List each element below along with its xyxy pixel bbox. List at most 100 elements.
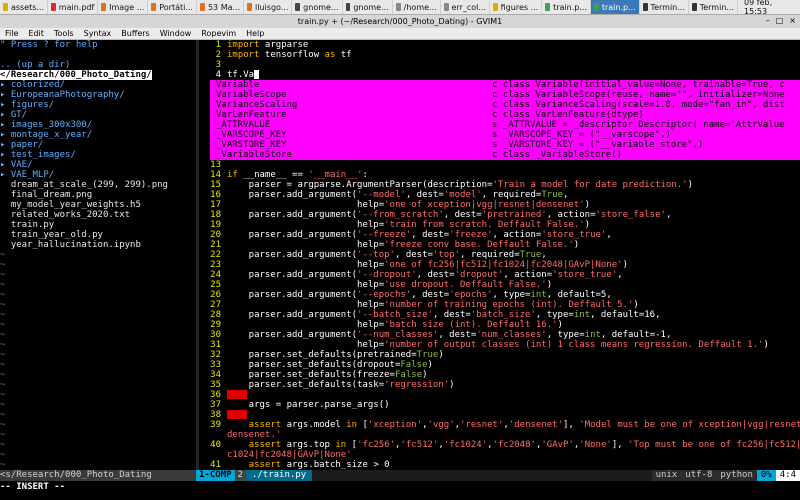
taskbar-item[interactable]: figures ...: [490, 0, 543, 14]
code-line[interactable]: densenet.': [199, 430, 800, 440]
code-line[interactable]: 21 help='freeze conv base. Deffault Fals…: [199, 240, 800, 250]
completion-item[interactable]: VarLenFeature c class VarLenFeature(dtype…: [210, 110, 800, 120]
taskbar-item[interactable]: Image ...: [98, 0, 149, 14]
completion-popup[interactable]: Variable c class Variable(initial_value=N…: [210, 80, 800, 160]
tree-root[interactable]: </Research/000_Photo_Dating/: [0, 70, 152, 80]
taskbar-item[interactable]: 53 Ma...: [197, 0, 245, 14]
taskbar-item-label: main.pdf: [58, 2, 95, 12]
tree-file-item[interactable]: train.py: [0, 220, 196, 230]
tree-dir-item[interactable]: ▸ EuropeanaPhotography/: [0, 90, 196, 100]
code-line[interactable]: 29 help='batch size (int). Deffault 16.'…: [199, 320, 800, 330]
code-line[interactable]: 36: [199, 390, 800, 400]
completion-name: VarLenFeature: [216, 110, 287, 120]
tree-dir-item[interactable]: ▸ paper/: [0, 140, 196, 150]
tree-dir-item[interactable]: ▸ VAE_MLP/: [0, 170, 196, 180]
close-button[interactable]: ×: [789, 16, 796, 25]
menu-window[interactable]: Window: [155, 29, 197, 38]
code-line[interactable]: 33 parser.set_defaults(dropout=False): [199, 360, 800, 370]
taskbar-item-label: Termin...: [699, 2, 735, 12]
line-number: 23: [210, 260, 221, 270]
taskbar-item[interactable]: train.p...: [590, 0, 640, 14]
minimize-button[interactable]: –: [766, 16, 770, 25]
completion-item[interactable]: _VariableStore c class _VariableStore(): [210, 150, 800, 160]
code-line[interactable]: 27 help='number of training epochs (int)…: [199, 300, 800, 310]
tree-file-item[interactable]: final_dream.png: [0, 190, 196, 200]
completion-item[interactable]: VarianceScaling c class VarianceScaling(s…: [210, 100, 800, 110]
tree-file-item[interactable]: related_works_2020.txt: [0, 210, 196, 220]
taskbar-item[interactable]: main.pdf: [48, 0, 99, 14]
completion-item[interactable]: _VARSTORE_KEY s _VARSTORE_KEY = ("__varia…: [210, 140, 800, 150]
code-line[interactable]: 15 parser = argparse.ArgumentParser(desc…: [199, 180, 800, 190]
maximize-button[interactable]: □: [776, 16, 784, 25]
tree-file-item[interactable]: train_year_old.py: [0, 230, 196, 240]
editor-area[interactable]: " Press ? for help .. (up a dir) </Resea…: [0, 40, 800, 470]
tree-dir-item[interactable]: ▸ images_300x300/: [0, 120, 196, 130]
taskbar-item[interactable]: gnome...: [343, 0, 393, 14]
tree-file-item[interactable]: year_hallucination.ipynb: [0, 240, 196, 250]
code-line[interactable]: 24 parser.add_argument('--dropout', dest…: [199, 270, 800, 280]
menu-edit[interactable]: Edit: [23, 29, 49, 38]
code-line[interactable]: 1 import argparse: [199, 40, 800, 50]
completion-item[interactable]: VariableScope c class VariableScope(reuse…: [210, 90, 800, 100]
menu-tools[interactable]: Tools: [49, 29, 79, 38]
code-line[interactable]: 23 help='one of fc256|fc512|fc1024|fc204…: [199, 260, 800, 270]
command-line[interactable]: -- INSERT --: [0, 482, 800, 493]
tree-dir-item[interactable]: ▸ colorized/: [0, 80, 196, 90]
menu-buffers[interactable]: Buffers: [116, 29, 154, 38]
code-line[interactable]: c1024|fc2048|GAvP|None': [199, 450, 800, 460]
code-line[interactable]: 2 import tensorflow as tf: [199, 50, 800, 60]
code-line[interactable]: 35 parser.set_defaults(task='regression'…: [199, 380, 800, 390]
menu-syntax[interactable]: Syntax: [79, 29, 117, 38]
code-line[interactable]: 40 assert args.top in ['fc256','fc512','…: [199, 440, 800, 450]
taskbar-item[interactable]: gnome...: [292, 0, 343, 14]
taskbar-item[interactable]: err_col...: [441, 0, 491, 14]
taskbar-item[interactable]: Termin...: [689, 0, 739, 14]
tree-dir-item[interactable]: ▸ test_images/: [0, 150, 196, 160]
code-line[interactable]: 34 parser.set_defaults(freeze=False): [199, 370, 800, 380]
completion-item[interactable]: _VARSCOPE_KEY s _VARSCOPE_KEY = ("__varsc…: [210, 130, 800, 140]
code-line[interactable]: 26 parser.add_argument('--epochs', dest=…: [199, 290, 800, 300]
code-line[interactable]: 28 parser.add_argument('--batch_size', d…: [199, 310, 800, 320]
tree-up-dir[interactable]: .. (up a dir): [0, 60, 196, 70]
code-line[interactable]: 37 args = parser.parse_args(): [199, 400, 800, 410]
taskbar-item[interactable]: /home...: [393, 0, 441, 14]
code-line[interactable]: 31 help='number of output classes (int) …: [199, 340, 800, 350]
completion-item[interactable]: _ATTRVALUE s _ATTRVALUE = _descriptor.Des…: [210, 120, 800, 130]
file-type: python: [716, 470, 757, 481]
empty-line-marker: ~: [0, 340, 6, 350]
taskbar-item[interactable]: Termin...: [640, 0, 689, 14]
code-text: parser.set_defaults(pretrained=True): [227, 350, 444, 360]
tree-file-item[interactable]: dream_at_scale_(299, 299).png: [0, 180, 196, 190]
code-line[interactable]: 39 assert args.model in ['xception','vgg…: [199, 420, 800, 430]
nerdtree-panel[interactable]: " Press ? for help .. (up a dir) </Resea…: [0, 40, 196, 470]
code-line[interactable]: 19 help='train from scratch. Deffault Fa…: [199, 220, 800, 230]
menu-ropevim[interactable]: Ropevim: [196, 29, 241, 38]
completion-item[interactable]: Variable c class Variable(initial_value=N…: [210, 80, 800, 90]
taskbar-item[interactable]: lluisgo...: [244, 0, 293, 14]
tree-file-item[interactable]: my_model_year_weights.h5: [0, 200, 196, 210]
taskbar-item[interactable]: Portáti...: [148, 0, 197, 14]
code-line[interactable]: 13: [199, 160, 800, 170]
taskbar-item[interactable]: train.p...: [542, 0, 591, 14]
code-line[interactable]: 30 parser.add_argument('--num_classes', …: [199, 330, 800, 340]
code-line[interactable]: 20 parser.add_argument('--freeze', dest=…: [199, 230, 800, 240]
code-line[interactable]: 25 help='use dropout. Deffault False.'): [199, 280, 800, 290]
taskbar-item[interactable]: assets...: [0, 0, 49, 14]
tree-dir-item[interactable]: ▸ montage_x_year/: [0, 130, 196, 140]
tree-dir-item[interactable]: ▸ figures/: [0, 100, 196, 110]
code-line[interactable]: 17 help='one of xception|vgg|resnet|dens…: [199, 200, 800, 210]
code-line[interactable]: 22 parser.add_argument('--top', dest='to…: [199, 250, 800, 260]
code-line[interactable]: 32 parser.set_defaults(pretrained=True): [199, 350, 800, 360]
code-line[interactable]: 4 tf.Va: [199, 70, 800, 80]
code-line[interactable]: 18 parser.add_argument('--from_scratch',…: [199, 210, 800, 220]
code-line[interactable]: 41 assert args.batch_size > 0: [199, 460, 800, 470]
code-line[interactable]: 38: [199, 410, 800, 420]
code-line[interactable]: 16 parser.add_argument('--model', dest='…: [199, 190, 800, 200]
tree-dir-item[interactable]: ▸ GT/: [0, 110, 196, 120]
code-line[interactable]: 14 if __name__ == '__main__':: [199, 170, 800, 180]
tree-dir-item[interactable]: ▸ VAE/: [0, 160, 196, 170]
menu-help[interactable]: Help: [241, 29, 269, 38]
menu-file[interactable]: File: [0, 29, 23, 38]
code-line[interactable]: 3: [199, 60, 800, 70]
line-number: 22: [210, 250, 221, 260]
